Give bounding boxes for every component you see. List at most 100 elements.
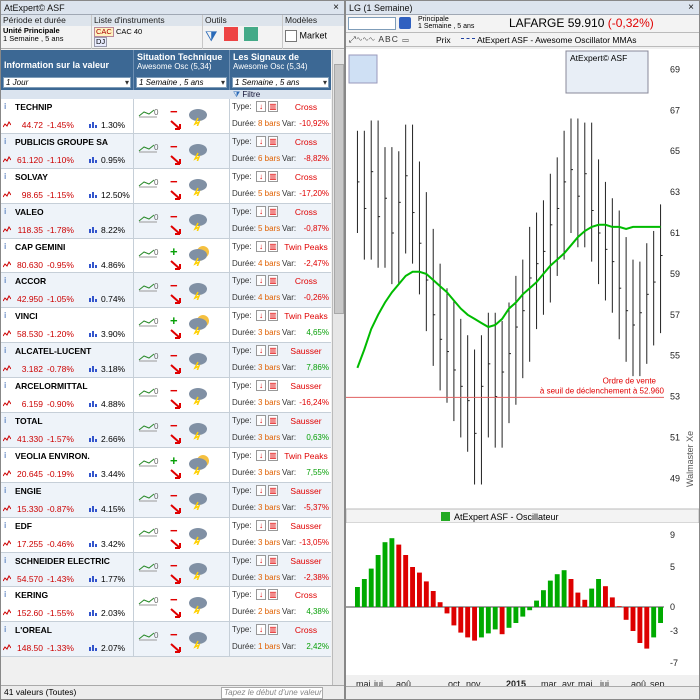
stock-name[interactable]: VINCI	[15, 311, 38, 321]
table-row[interactable]: ⅰ CAP GEMINI 80.630 -0.95% 4.86% 0 + Typ…	[1, 238, 331, 274]
filter-icon[interactable]: ⧩	[205, 28, 218, 44]
table-row[interactable]: ⅰ EDF 17.255 -0.46% 3.42% 0 − Type: ↓ ▥ …	[1, 517, 331, 553]
tool-green-icon[interactable]	[243, 27, 258, 41]
filter-small-icon: ⧩	[233, 90, 241, 99]
table-row[interactable]: ⅰ SCHNEIDER ELECTRIC 54.570 -1.43% 1.77%…	[1, 552, 331, 588]
header-col-situation: Situation Technique Awesome Osc (5,34) 1…	[134, 50, 230, 90]
stock-name[interactable]: VEOLIA ENVIRON.	[15, 451, 90, 461]
table-row[interactable]: ⅰ ALCATEL-LUCENT 3.182 -0.78% 3.18% 0 − …	[1, 343, 331, 379]
chart-tools-icons[interactable]: ⤢∿∿∿ ABC ▭	[349, 34, 410, 45]
info-icon: ⅰ	[4, 136, 7, 146]
type-label: Type:	[232, 136, 252, 146]
search-input[interactable]: Tapez le début d'une valeur	[221, 687, 323, 699]
liste-section[interactable]: Liste d'instruments CAC CAC 40 DJ	[92, 15, 203, 49]
duree-label: Durée:	[232, 188, 257, 198]
stock-name[interactable]: ARCELORMITTAL	[15, 381, 88, 391]
stock-name[interactable]: EDF	[15, 521, 32, 531]
mini-value-icon: 0	[154, 177, 159, 187]
duree-label: Durée:	[232, 502, 257, 512]
plus-icon: +	[170, 452, 178, 468]
stock-name[interactable]: L'OREAL	[15, 625, 52, 635]
stock-name[interactable]: SOLVAY	[15, 172, 48, 182]
stock-name[interactable]: TECHNIP	[15, 102, 52, 112]
stock-volatility: 8.22%	[101, 224, 126, 235]
table-row[interactable]: ⅰ PUBLICIS GROUPE SA 61.120 -1.10% 0.95%…	[1, 133, 331, 169]
table-row[interactable]: ⅰ ACCOR 42.950 -1.05% 0.74% 0 − Type: ↓ …	[1, 273, 331, 309]
stock-price: 3.182	[21, 364, 43, 375]
duree-label: Durée:	[232, 363, 257, 373]
trend-arrow-icon	[170, 434, 181, 445]
signal-variation: -8,82%	[303, 153, 329, 163]
filtre-button[interactable]: ⧩ Filtre	[230, 90, 331, 99]
sparkline-icon	[3, 400, 11, 407]
legend-prix: Prix	[436, 35, 451, 45]
window-title: AtExpert© ASF	[4, 2, 65, 13]
chart-period-select[interactable]: Principale 1 Semaine , 5 ans	[418, 16, 474, 30]
stock-volatility: 2.66%	[101, 434, 126, 445]
table-row[interactable]: ⅰ L'OREAL 148.50 -1.33% 2.07% 0 − Type: …	[1, 622, 331, 658]
table-row[interactable]: ⅰ KERING 152.60 -1.55% 2.03% 0 − Type: ↓…	[1, 587, 331, 623]
y-tick-label: 59	[670, 269, 680, 279]
weather-storm-icon	[189, 283, 207, 301]
table-row[interactable]: ⅰ SOLVAY 98.65 -1.15% 12.50% 0 − Type: ↓…	[1, 168, 331, 204]
table-row[interactable]: ⅰ TOTAL 41.330 -1.57% 2.66% 0 − Type: ↓ …	[1, 413, 331, 448]
close-icon[interactable]: ×	[686, 2, 696, 13]
liste-tag-cac[interactable]: CAC	[94, 27, 114, 37]
osc-legend-swatch	[441, 512, 450, 521]
status-bar: 41 valeurs (Toutes) Tapez le début d'une…	[1, 685, 344, 699]
volume-icon	[89, 366, 97, 373]
minus-icon: −	[170, 208, 178, 224]
stock-name[interactable]: ACCOR	[15, 276, 46, 286]
liste-tag-dj[interactable]: DJ	[94, 37, 108, 47]
close-icon[interactable]: ×	[331, 2, 341, 13]
col-info-dropdown[interactable]: 1 Jour	[3, 77, 131, 88]
periode-section[interactable]: Période et durée Unité Principale 1 Sema…	[1, 15, 92, 49]
stock-name[interactable]: KERING	[15, 590, 48, 600]
book-icon[interactable]	[399, 17, 411, 29]
stock-name[interactable]: SCHNEIDER ELECTRIC	[15, 556, 110, 566]
osc-bar	[506, 607, 512, 628]
col-situation-dropdown[interactable]: 1 Semaine , 5 ans	[136, 77, 227, 88]
stock-change: -1.45%	[47, 120, 74, 130]
table-row[interactable]: ⅰ VINCI 58.530 -1.20% 3.90% 0 + Type: ↓ …	[1, 308, 331, 344]
stock-name[interactable]: VALEO	[15, 207, 44, 217]
left-titlebar: AtExpert© ASF ×	[1, 1, 344, 15]
sparkline-icon	[3, 190, 11, 198]
col-signaux-dropdown[interactable]: 1 Semaine , 5 ans	[232, 77, 329, 88]
stock-change: -1.15%	[47, 189, 74, 200]
modeles-section[interactable]: Modèles Market	[283, 15, 344, 49]
col-signaux-sub: Awesome Osc (5,34)	[233, 62, 308, 71]
osc-bar	[451, 607, 457, 626]
info-icon: ⅰ	[4, 590, 7, 600]
stock-name[interactable]: CAP GEMINI	[15, 242, 65, 252]
scrollbar-thumb[interactable]	[334, 64, 344, 314]
stock-name[interactable]: TOTAL	[15, 416, 43, 426]
col-signaux-title: Les Signaux de	[233, 52, 300, 62]
osc-bar	[417, 572, 422, 607]
situation-cell: 0 −	[134, 133, 230, 168]
tool-red-icon[interactable]	[223, 27, 238, 41]
signal-duration: 1 bars	[258, 642, 281, 652]
signal-duration: 4 bars	[258, 293, 281, 303]
table-row[interactable]: ⅰ TECHNIP 44.72 -1.45% 1.30% 0 − Type: ↓…	[1, 99, 331, 134]
vertical-scrollbar[interactable]	[332, 50, 344, 686]
price-chart[interactable]: 4951535557596163656769Ordre de venteà se…	[346, 47, 699, 687]
duree-label: Durée:	[232, 293, 257, 303]
signal-bars-icon: ▥	[268, 589, 278, 601]
table-row[interactable]: ⅰ ENGIE 15.330 -0.87% 4.15% 0 − Type: ↓ …	[1, 482, 331, 518]
table-row[interactable]: ⅰ VALEO 118.35 -1.78% 8.22% 0 − Type: ↓ …	[1, 203, 331, 239]
stock-name[interactable]: ALCATEL-LUCENT	[15, 346, 91, 356]
stock-name[interactable]: ENGIE	[15, 486, 41, 496]
instrument-input[interactable]	[348, 17, 396, 30]
osc-bar	[437, 602, 443, 607]
table-row[interactable]: ⅰ ARCELORMITTAL 6.159 -0.90% 4.88% 0 − T…	[1, 378, 331, 414]
stock-name[interactable]: PUBLICIS GROUPE SA	[15, 137, 108, 147]
chart-hscroll[interactable]	[346, 686, 699, 699]
outils-label: Outils	[203, 15, 282, 26]
osc-y-tick: -3	[670, 626, 678, 636]
osc-bar	[541, 590, 546, 607]
stock-change: -0.46%	[47, 538, 74, 549]
signal-pattern: Cross	[294, 625, 318, 636]
osc-bar	[403, 555, 409, 607]
table-row[interactable]: ⅰ VEOLIA ENVIRON. 20.645 -0.19% 3.44% 0 …	[1, 447, 331, 483]
